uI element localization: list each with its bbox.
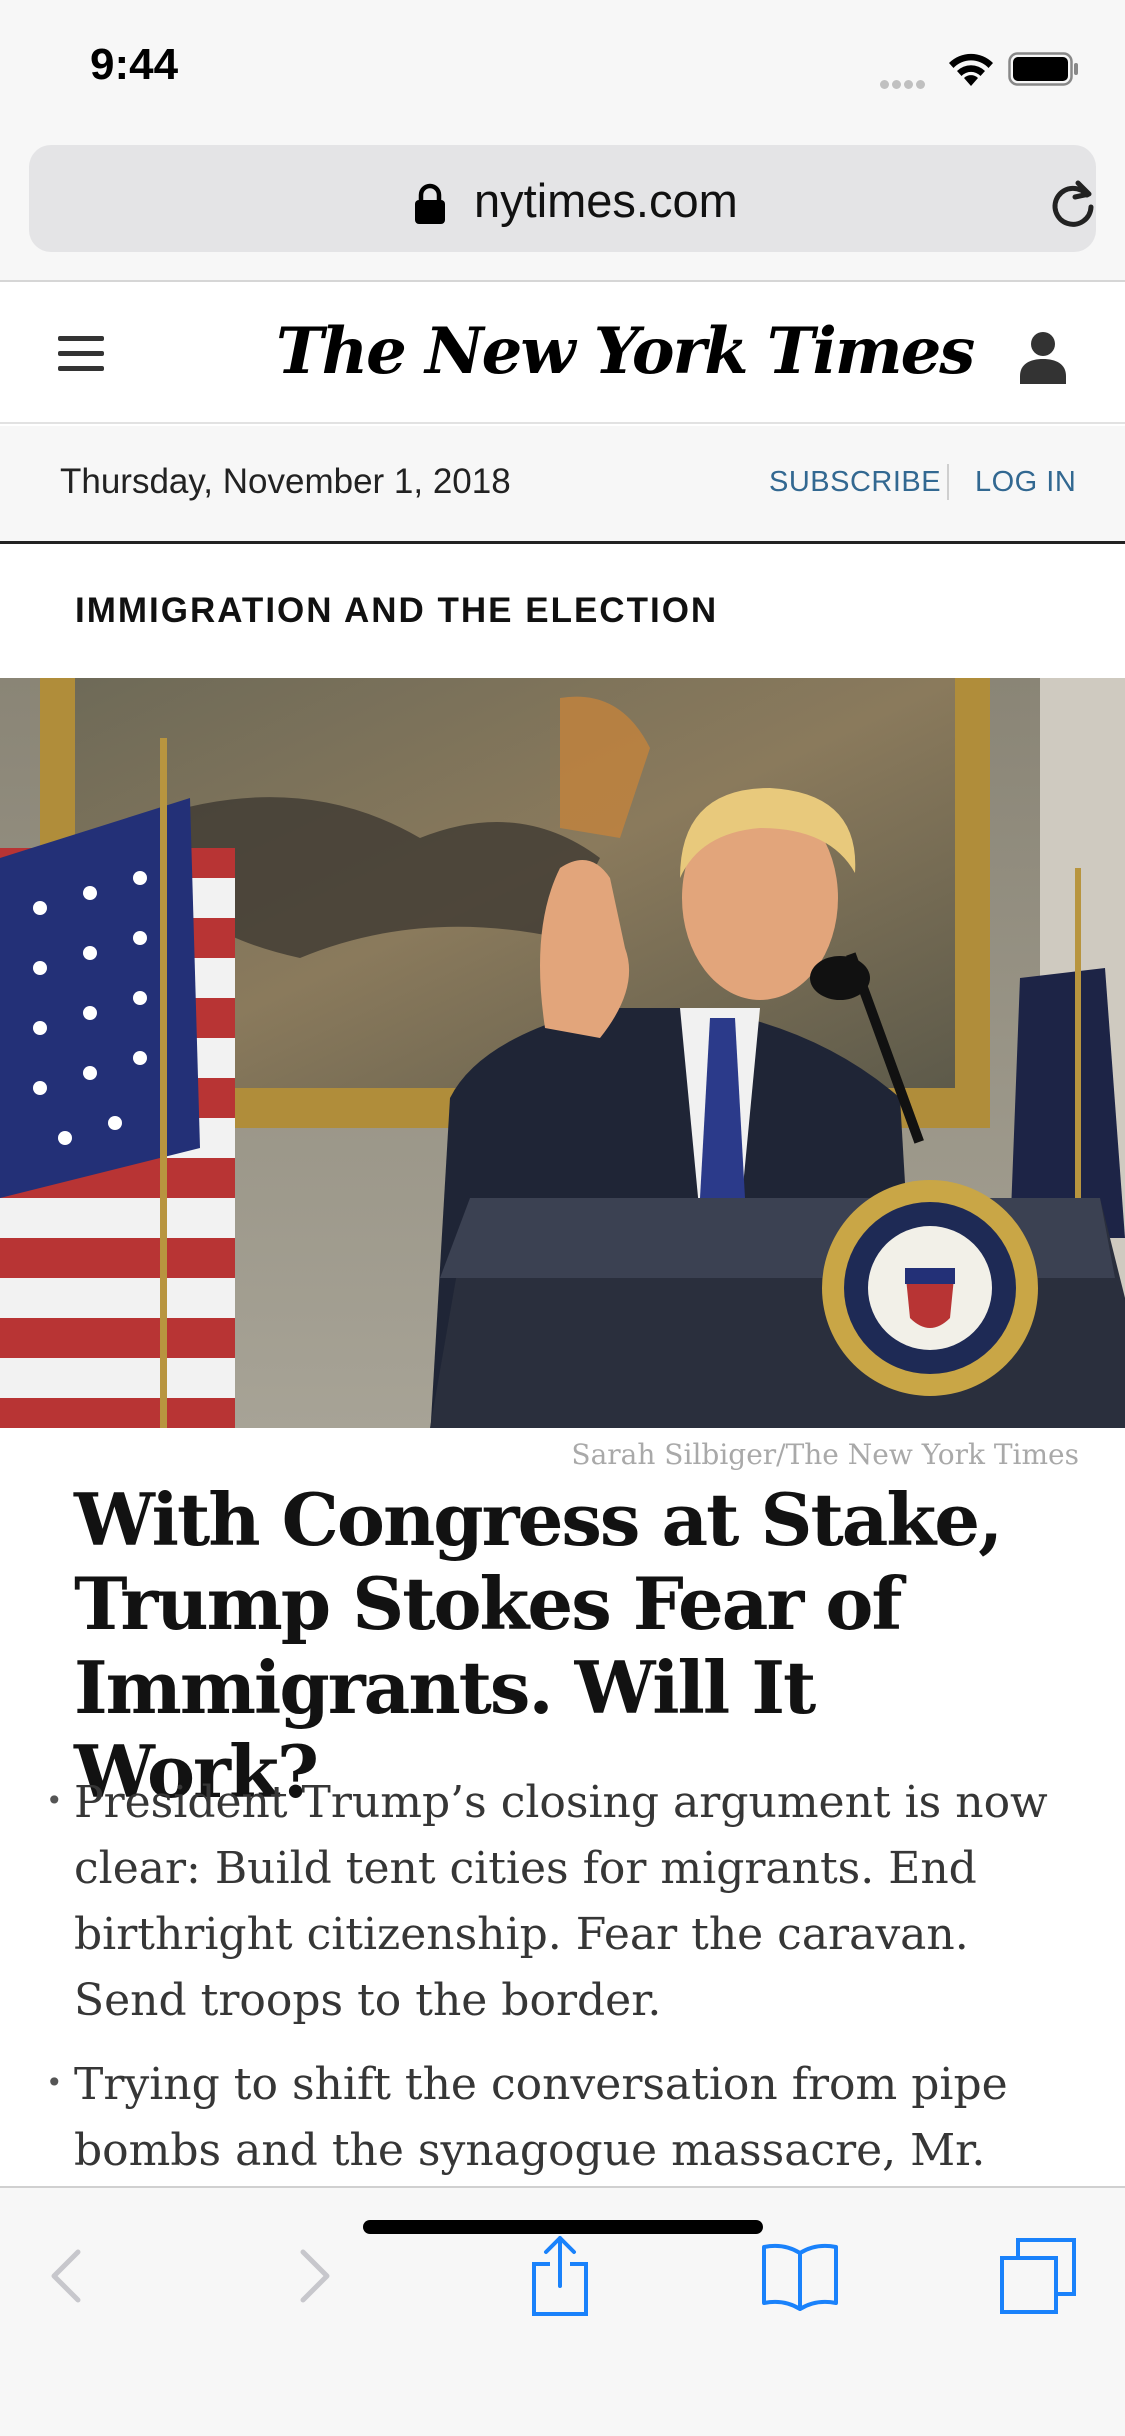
subscribe-link[interactable]: SUBSCRIBE [769, 466, 941, 499]
bookmarks-button[interactable] [760, 2236, 840, 2316]
address-bar[interactable]: nytimes.com [29, 145, 1096, 252]
date-bar: Thursday, November 1, 2018 SUBSCRIBE LOG… [0, 426, 1125, 544]
tabs-button[interactable] [998, 2236, 1078, 2316]
summary-item: Trying to shift the conversation from pi… [46, 2050, 1064, 2184]
summary-item: President Trump’s closing argument is no… [46, 1768, 1064, 2034]
back-icon [51, 2249, 81, 2303]
share-button[interactable] [520, 2236, 600, 2316]
share-icon [532, 2236, 588, 2316]
home-indicator [363, 2220, 763, 2234]
menu-icon[interactable] [58, 336, 104, 372]
nyt-logo[interactable]: The New York Times [276, 314, 975, 389]
lock-icon [415, 183, 445, 224]
forward-button[interactable] [275, 2236, 355, 2316]
safari-address-area: nytimes.com [0, 132, 1125, 282]
url-text: nytimes.com [474, 174, 738, 227]
wifi-icon [949, 53, 993, 86]
nyt-masthead: The New York Times [0, 284, 1125, 424]
link-divider [947, 464, 949, 500]
forward-icon [300, 2249, 330, 2303]
login-link[interactable]: LOG IN [975, 466, 1076, 499]
current-date: Thursday, November 1, 2018 [60, 462, 511, 501]
status-bar: 9:44 [0, 0, 1125, 132]
battery-icon [1008, 52, 1078, 86]
section-kicker[interactable]: IMMIGRATION AND THE ELECTION [75, 591, 718, 631]
article-headline[interactable]: With Congress at Stake, Trump Stokes Fea… [74, 1478, 1074, 1814]
reload-icon[interactable] [1047, 177, 1099, 229]
cellular-signal-icon [880, 76, 928, 94]
article-summary: President Trump’s closing argument is no… [46, 1768, 1064, 2202]
photo-credit: Sarah Silbiger/The New York Times [571, 1438, 1079, 1471]
status-time: 9:44 [90, 40, 179, 89]
tabs-icon [1000, 2238, 1076, 2314]
account-icon[interactable] [1018, 330, 1068, 384]
back-button[interactable] [26, 2236, 106, 2316]
bookmarks-icon [762, 2243, 838, 2311]
hero-photo[interactable] [0, 678, 1125, 1428]
